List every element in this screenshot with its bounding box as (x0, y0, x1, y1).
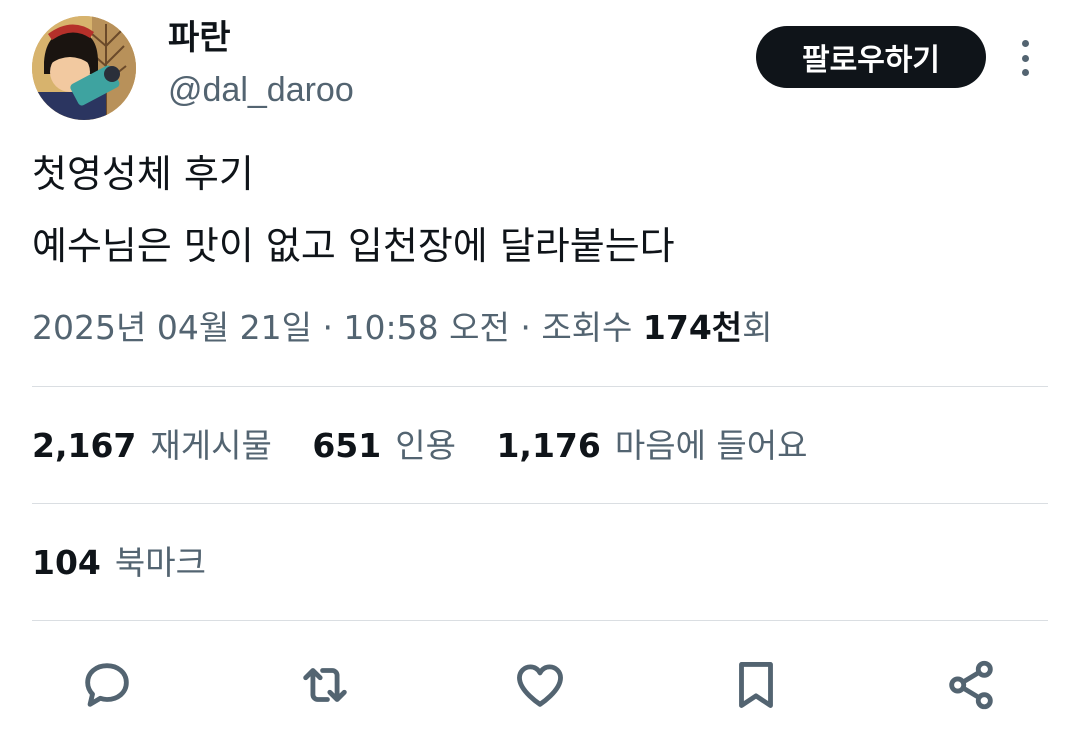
tweet-date[interactable]: 2025년 04월 21일 (32, 308, 312, 347)
likes-label: 마음에 들어요 (614, 426, 808, 465)
bookmarks-label: 북마크 (114, 543, 206, 582)
quotes-label: 인용 (395, 426, 456, 465)
meta-separator: · (509, 308, 542, 347)
dot (1021, 54, 1029, 62)
reply-icon[interactable] (78, 656, 136, 714)
bookmarks-count: 104 (32, 543, 101, 582)
quotes-count: 651 (312, 426, 382, 465)
meta-separator: · (312, 308, 344, 347)
follow-button[interactable]: 팔로우하기 (756, 26, 986, 88)
tweet-meta: 2025년 04월 21일 · 10:58 오전 · 조회수 174천회 (32, 306, 773, 350)
tweet-text-line: 첫영성체 후기 (32, 152, 254, 196)
divider (32, 503, 1048, 504)
dot (1021, 40, 1029, 47)
more-options-icon[interactable] (1010, 36, 1040, 80)
retweets-label: 재게시물 (150, 426, 272, 465)
tweet-text-line: 예수님은 맛이 없고 입천장에 달라붙는다 (32, 224, 675, 268)
display-name[interactable]: 파란 (168, 16, 231, 60)
views-suffix: 회 (742, 308, 773, 347)
likes-stat[interactable]: 1,176 마음에 들어요 (496, 424, 807, 468)
retweet-icon[interactable] (296, 656, 354, 714)
like-icon[interactable] (511, 656, 569, 714)
quotes-stat[interactable]: 651 인용 (312, 424, 456, 468)
share-icon[interactable] (942, 656, 1000, 714)
retweets-stat[interactable]: 2,167 재게시물 (32, 424, 272, 468)
avatar[interactable] (32, 16, 136, 120)
views-count: 174천 (642, 308, 743, 347)
likes-count: 1,176 (496, 426, 601, 465)
retweets-count: 2,167 (32, 426, 137, 465)
dot (1021, 69, 1029, 76)
engagement-stats: 2,167 재게시물 651 인용 1,176 마음에 들어요 (32, 424, 838, 468)
divider (32, 386, 1048, 387)
bookmarks-stat[interactable]: 104 북마크 (32, 541, 206, 585)
views-prefix: 조회수 (541, 308, 643, 347)
divider (32, 620, 1048, 621)
user-handle[interactable]: @dal_daroo (168, 68, 354, 112)
bookmark-icon[interactable] (727, 656, 785, 714)
tweet-time[interactable]: 10:58 오전 (344, 308, 510, 347)
